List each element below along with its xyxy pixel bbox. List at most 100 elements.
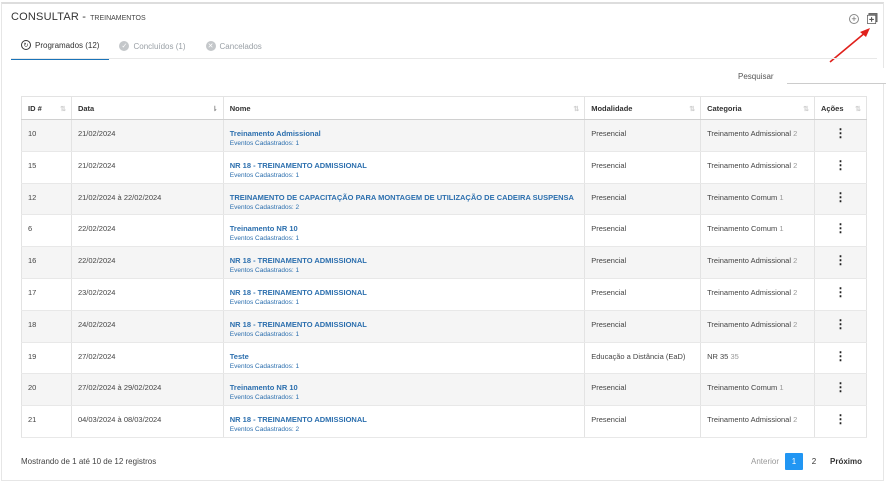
category-label: Treinamento Comum: [707, 224, 778, 234]
cell-data: 21/02/2024 à 22/02/2024: [70, 183, 224, 216]
cell-categoria: Treinamento Admissional 2: [700, 405, 815, 438]
col-data[interactable]: Data ⇂: [70, 96, 224, 120]
more-actions-icon[interactable]: ⋮: [821, 222, 860, 234]
training-name-link[interactable]: NR 18 - TREINAMENTO ADMISSIONAL: [230, 256, 578, 265]
tab-label: Concluídos (1): [133, 41, 186, 51]
category-label: Treinamento Admissional: [707, 415, 792, 425]
cell-acoes: ⋮: [813, 405, 868, 438]
training-name-link[interactable]: NR 18 - TREINAMENTO ADMISSIONAL: [230, 320, 578, 329]
cell-nome: NR 18 - TREINAMENTO ADMISSIONAL Eventos C…: [222, 151, 586, 184]
cell-nome: NR 18 - TREINAMENTO ADMISSIONAL Eventos C…: [222, 246, 586, 279]
events-count: Eventos Cadastrados: 1: [229, 235, 300, 243]
tab-cancelados[interactable]: ✕ Cancelados: [196, 38, 272, 60]
more-actions-icon[interactable]: ⋮: [821, 350, 860, 362]
more-actions-icon[interactable]: ⋮: [821, 381, 860, 393]
more-actions-icon[interactable]: ⋮: [821, 127, 860, 139]
cell-modalidade: Presencial: [584, 119, 702, 152]
cell-modalidade: Presencial: [584, 405, 702, 438]
x-icon: ✕: [205, 41, 216, 51]
cell-modalidade: Presencial: [584, 183, 702, 216]
pagination: Anterior 1 2 Próximo: [746, 453, 868, 470]
col-modalidade[interactable]: Modalidade ⇅: [584, 96, 702, 120]
tab-concluidos[interactable]: ✓ Concluídos (1): [109, 38, 195, 60]
training-name-link[interactable]: Teste: [230, 352, 578, 361]
category-label: Treinamento Admissional: [707, 160, 792, 170]
more-actions-icon[interactable]: ⋮: [821, 413, 860, 425]
add-circle-icon[interactable]: +: [849, 14, 859, 24]
page-1-button[interactable]: 1: [785, 453, 804, 470]
cell-acoes: ⋮: [813, 342, 868, 375]
col-nome[interactable]: Nome ⇅: [222, 96, 586, 120]
cell-data: 27/02/2024: [70, 342, 224, 375]
category-count: 2: [793, 129, 798, 138]
tab-programados[interactable]: ↻ Programados (12): [11, 38, 110, 60]
cell-categoria: NR 35 35: [700, 342, 815, 375]
cell-modalidade: Presencial: [584, 310, 702, 343]
cell-id: 16: [21, 246, 72, 279]
cell-modalidade: Presencial: [584, 214, 702, 248]
col-categoria[interactable]: Categoria ⇅: [700, 96, 815, 120]
cell-categoria: Treinamento Comum 1: [700, 214, 815, 248]
category-label: Treinamento Admissional: [707, 287, 792, 297]
category-count: 1: [779, 192, 784, 202]
training-name-link[interactable]: TREINAMENTO DE CAPACITAÇÃO PARA MONTAGEM…: [230, 193, 578, 202]
category-count: 1: [779, 224, 784, 234]
cell-nome: TREINAMENTO DE CAPACITAÇÃO PARA MONTAGEM…: [222, 183, 586, 216]
page-title: CONSULTAR -: [11, 11, 87, 23]
refresh-icon: ↻: [21, 40, 31, 50]
page-header: CONSULTAR - TREINAMENTOS: [11, 11, 146, 23]
events-count: Eventos Cadastrados: 2: [229, 203, 300, 211]
category-count: 35: [730, 351, 739, 361]
col-id[interactable]: ID # ⇅: [21, 96, 72, 120]
search-input[interactable]: [786, 68, 886, 84]
cell-data: 04/03/2024 à 08/03/2024: [70, 405, 224, 438]
search-box: Pesquisar: [738, 68, 886, 84]
category-label: Treinamento Admissional: [707, 319, 792, 329]
events-count: Eventos Cadastrados: 1: [229, 330, 300, 338]
tab-divider: [11, 58, 877, 59]
cell-acoes: ⋮: [813, 310, 868, 343]
tab-label: Cancelados: [219, 41, 262, 51]
category-label: NR 35: [707, 351, 729, 361]
cell-categoria: Treinamento Comum 1: [700, 373, 815, 407]
training-name-link[interactable]: NR 18 - TREINAMENTO ADMISSIONAL: [230, 288, 578, 297]
sort-icon: ⇅: [689, 106, 696, 113]
table-header-row: ID # ⇅ Data ⇂ Nome ⇅ Modalidade ⇅ Categoria ⇅…: [21, 96, 868, 120]
more-actions-icon[interactable]: ⋮: [821, 191, 860, 203]
cell-nome: Treinamento NR 10 Eventos Cadastrados: 1: [222, 214, 586, 248]
table-row: 18 24/02/2024 NR 18 - TREINAMENTO ADMISSIO…: [21, 310, 868, 343]
more-actions-icon[interactable]: ⋮: [821, 254, 860, 266]
sort-icon: ⇅: [803, 106, 809, 113]
page-subtitle: TREINAMENTOS: [90, 15, 146, 22]
training-name-link[interactable]: Treinamento Admissional: [230, 129, 578, 138]
cell-data: 27/02/2024 à 29/02/2024: [70, 373, 224, 407]
cell-modalidade: Presencial: [584, 246, 702, 279]
table-row: 21 04/03/2024 à 08/03/2024 NR 18 - TREINAM…: [21, 405, 868, 438]
training-name-link[interactable]: NR 18 - TREINAMENTO ADMISSIONAL: [230, 415, 578, 424]
more-actions-icon[interactable]: ⋮: [821, 286, 860, 298]
events-count: Eventos Cadastrados: 1: [229, 394, 300, 402]
training-name-link[interactable]: NR 18 - TREINAMENTO ADMISSIONAL: [230, 161, 578, 170]
cell-id: 17: [21, 278, 72, 311]
cell-categoria: Treinamento Admissional 2: [700, 119, 815, 152]
category-label: Treinamento Comum: [707, 192, 778, 202]
cell-acoes: ⋮: [813, 278, 868, 311]
more-actions-icon[interactable]: ⋮: [821, 159, 860, 171]
cell-data: 23/02/2024: [70, 278, 224, 311]
cell-modalidade: Presencial: [584, 278, 702, 311]
page-2-button[interactable]: 2: [805, 453, 823, 470]
category-count: 2: [793, 256, 798, 266]
training-name-link[interactable]: Treinamento NR 10: [230, 224, 578, 233]
add-new-icon[interactable]: [867, 13, 878, 24]
cell-id: 20: [21, 373, 72, 407]
training-name-link[interactable]: Treinamento NR 10: [230, 383, 578, 392]
cell-categoria: Treinamento Admissional 2: [700, 151, 815, 184]
more-actions-icon[interactable]: ⋮: [821, 318, 860, 330]
category-count: 1: [779, 383, 784, 393]
cell-nome: NR 18 - TREINAMENTO ADMISSIONAL Eventos C…: [222, 310, 586, 343]
table-row: 19 27/02/2024 Teste Eventos Cadastrados: 1E…: [21, 342, 868, 375]
prev-page-button[interactable]: Anterior: [746, 453, 784, 470]
cell-modalidade: Presencial: [584, 373, 702, 407]
tab-label: Programados (12): [35, 40, 100, 50]
next-page-button[interactable]: Próximo: [824, 453, 868, 470]
